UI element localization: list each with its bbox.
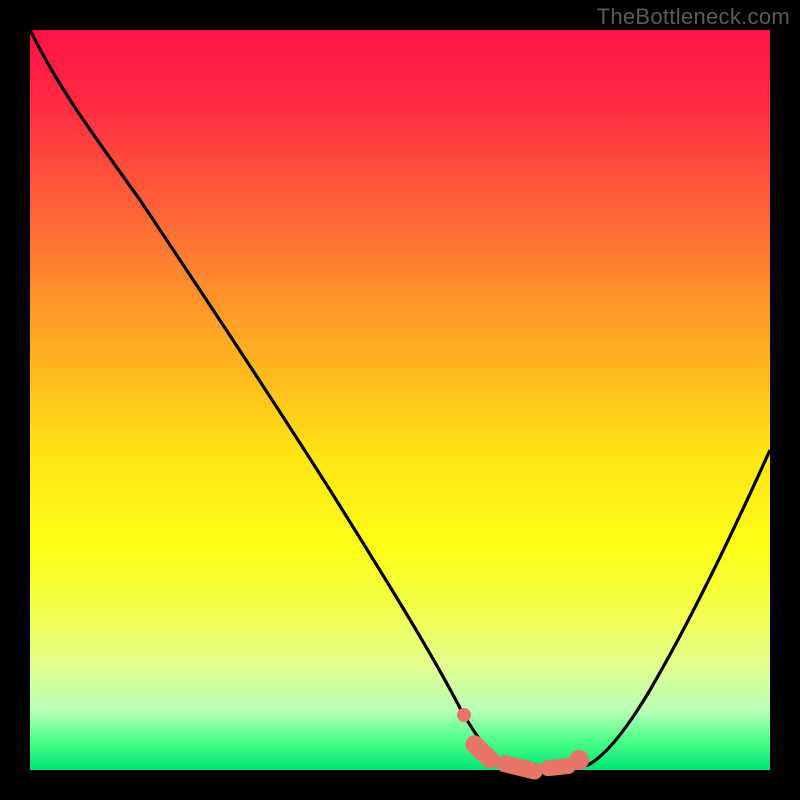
bottleneck-curve bbox=[30, 30, 770, 770]
highlight-end-dot bbox=[569, 750, 589, 770]
plot-area bbox=[30, 30, 770, 770]
curve-left-branch bbox=[30, 30, 500, 762]
chart-frame: TheBottleneck.com bbox=[0, 0, 800, 800]
watermark-text: TheBottleneck.com bbox=[597, 4, 790, 30]
curve-right-branch bbox=[588, 450, 770, 765]
highlight-start-dot bbox=[457, 708, 471, 722]
